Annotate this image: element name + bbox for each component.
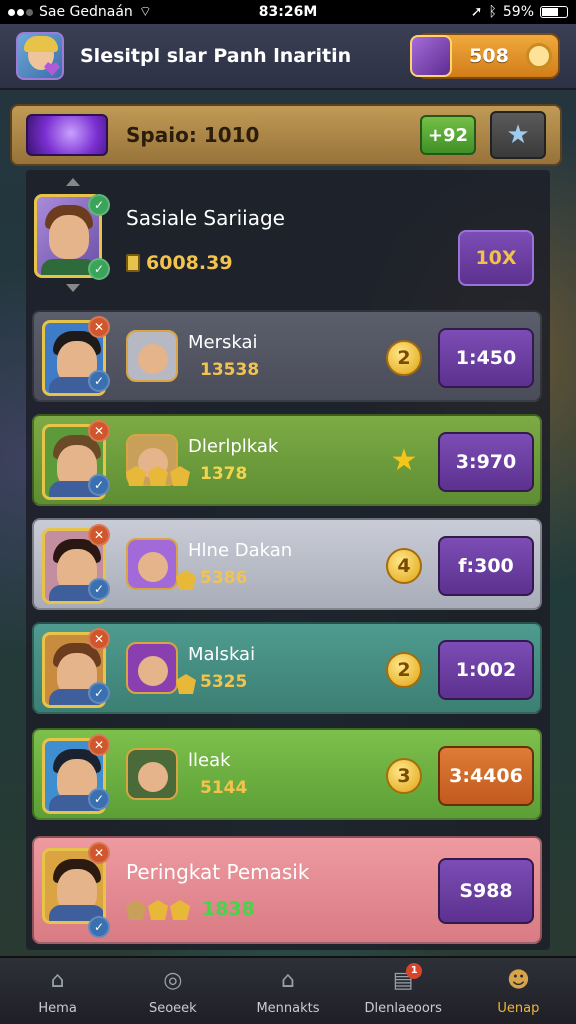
gem-icon [26,114,108,156]
notification-badge: 1 [406,962,423,979]
check-badge-icon: ✓ [88,194,110,216]
check-badge-icon: ✓ [88,474,110,496]
leaderboard-row[interactable]: ✕ ✓ Hlne Dakan 5386 4 f:300 [32,518,542,610]
location-icon: ➚ [470,4,483,20]
value-button[interactable]: f:300 [438,536,534,596]
player-name: Dlerlplkak [188,436,279,457]
scroll-up-icon[interactable] [66,178,80,186]
leaderboard-row[interactable]: ✕ ✓ Peringkat Pemasik 1838 S988 [32,836,542,944]
top-player-card[interactable]: ✓ ✓ Sasiale Sariiage 6008.39 10X [26,176,546,296]
companion-avatar [126,642,178,694]
rank-badge-icon: ✕ [88,842,110,864]
shield-badge-icon: ✓ [88,258,110,280]
rank-badge-icon: ✕ [88,316,110,338]
item-icons [176,570,196,590]
bottom-tab-bar: ⌂ Hema ◎ Seoeek ⌂ Mennakts ▤ 1 Dlenlaeoor… [0,956,576,1024]
trophy-icon [126,254,140,272]
player-avatar[interactable] [16,32,64,80]
season-panel: Spaio: 1010 +92 ★ [10,104,562,166]
signal-icon [8,8,33,16]
rank-badge-icon: ✕ [88,524,110,546]
check-badge-icon: ✓ [88,788,110,810]
companion-avatar [126,748,178,800]
tab-label: Hema [38,1000,77,1016]
tab-inbox[interactable]: ▤ 1 Dlenlaeoors [346,958,461,1024]
rank-badge-icon: ✕ [88,420,110,442]
clock: 83:26M [258,4,318,20]
star-button[interactable]: ★ [490,111,546,159]
currency-display[interactable]: 508 [410,33,560,79]
tab-label: Seoeek [148,1000,197,1016]
inbox-icon: ▤ 1 [388,962,423,995]
value-button[interactable]: 3:970 [438,432,534,492]
rank-medal: ★ [390,442,418,478]
wifi-icon: ⌔ [138,4,152,20]
check-badge-icon: ✓ [88,370,110,392]
bluetooth-icon: ᛒ [488,4,497,20]
leaderboard-row[interactable]: ✕ ✓ Merskai 13538 2 1:450 [32,310,542,402]
player-name: Hlne Dakan [188,540,293,561]
app-title: Slesitpl slar Panh lnaritin [80,45,352,67]
value-button[interactable]: 1:002 [438,640,534,700]
star-icon: ★ [506,120,530,150]
player-name: Peringkat Pemasik [126,860,310,884]
top-player-name: Sasiale Sariiage [126,206,285,230]
score-badge[interactable]: +92 [420,115,476,155]
coin-icon [526,43,552,69]
check-badge-icon: ✓ [88,916,110,938]
player-name: lleak [188,750,231,771]
currency-amount: 508 [469,45,509,67]
check-badge-icon: ✓ [88,682,110,704]
rank-medal: 4 [386,548,422,584]
tab-search[interactable]: ◎ Seoeek [115,958,230,1024]
value-button[interactable]: 3:4406 [438,746,534,806]
status-bar: Sae Gednaán ⌔ 83:26M ➚ ᛒ 59% [0,0,576,24]
companion-avatar [126,330,178,382]
search-icon: ◎ [163,968,183,993]
player-points: 1378 [200,464,248,484]
tab-label: Uenap [497,1000,540,1016]
currency-avatar [410,35,452,77]
player-points: 5386 [200,568,248,588]
player-name: Malskai [188,644,256,665]
rank-medal: 3 [386,758,422,794]
item-icons [176,674,196,694]
battery-icon [540,6,568,18]
rank-medal: 2 [386,340,422,376]
tab-profile[interactable]: ☻ Uenap [461,958,576,1024]
player-points: 5144 [200,778,248,798]
season-title: Spaio: 1010 [126,123,260,147]
item-icons [126,900,190,920]
scroll-down-icon[interactable] [66,284,80,292]
player-points: 13538 [200,360,260,380]
check-badge-icon: ✓ [88,578,110,600]
player-points: 1838 [202,898,255,920]
leaderboard-row[interactable]: ✕ ✓ Malskai 5325 2 1:002 [32,622,542,714]
tab-label: Mennakts [256,1000,320,1016]
app-header: Slesitpl slar Panh lnaritin 508 [0,24,576,90]
player-name: Merskai [188,332,258,353]
tab-market[interactable]: ⌂ Mennakts [230,958,345,1024]
player-points: 5325 [200,672,248,692]
carrier-label: Sae Gednaán [39,4,133,20]
item-icons [126,466,190,486]
home-icon: ⌂ [50,968,65,993]
tab-home[interactable]: ⌂ Hema [0,958,115,1024]
battery-percent: 59% [502,4,534,20]
value-button[interactable]: S988 [438,858,534,924]
companion-avatar [126,538,178,590]
value-button[interactable]: 1:450 [438,328,534,388]
leaderboard-row[interactable]: ✕ ✓ Dlerlplkak 1378 ★ 3:970 [32,414,542,506]
profile-icon: ☻ [506,968,530,993]
rank-badge-icon: ✕ [88,628,110,650]
rank-badge-icon: ✕ [88,734,110,756]
leaderboard-row[interactable]: ✕ ✓ lleak 5144 3 3:4406 [32,728,542,820]
market-icon: ⌂ [281,968,295,993]
multiplier-button[interactable]: 10X [458,230,534,286]
rank-medal: 2 [386,652,422,688]
top-player-points: 6008.39 [146,252,233,274]
tab-label: Dlenlaeoors [364,1000,442,1016]
